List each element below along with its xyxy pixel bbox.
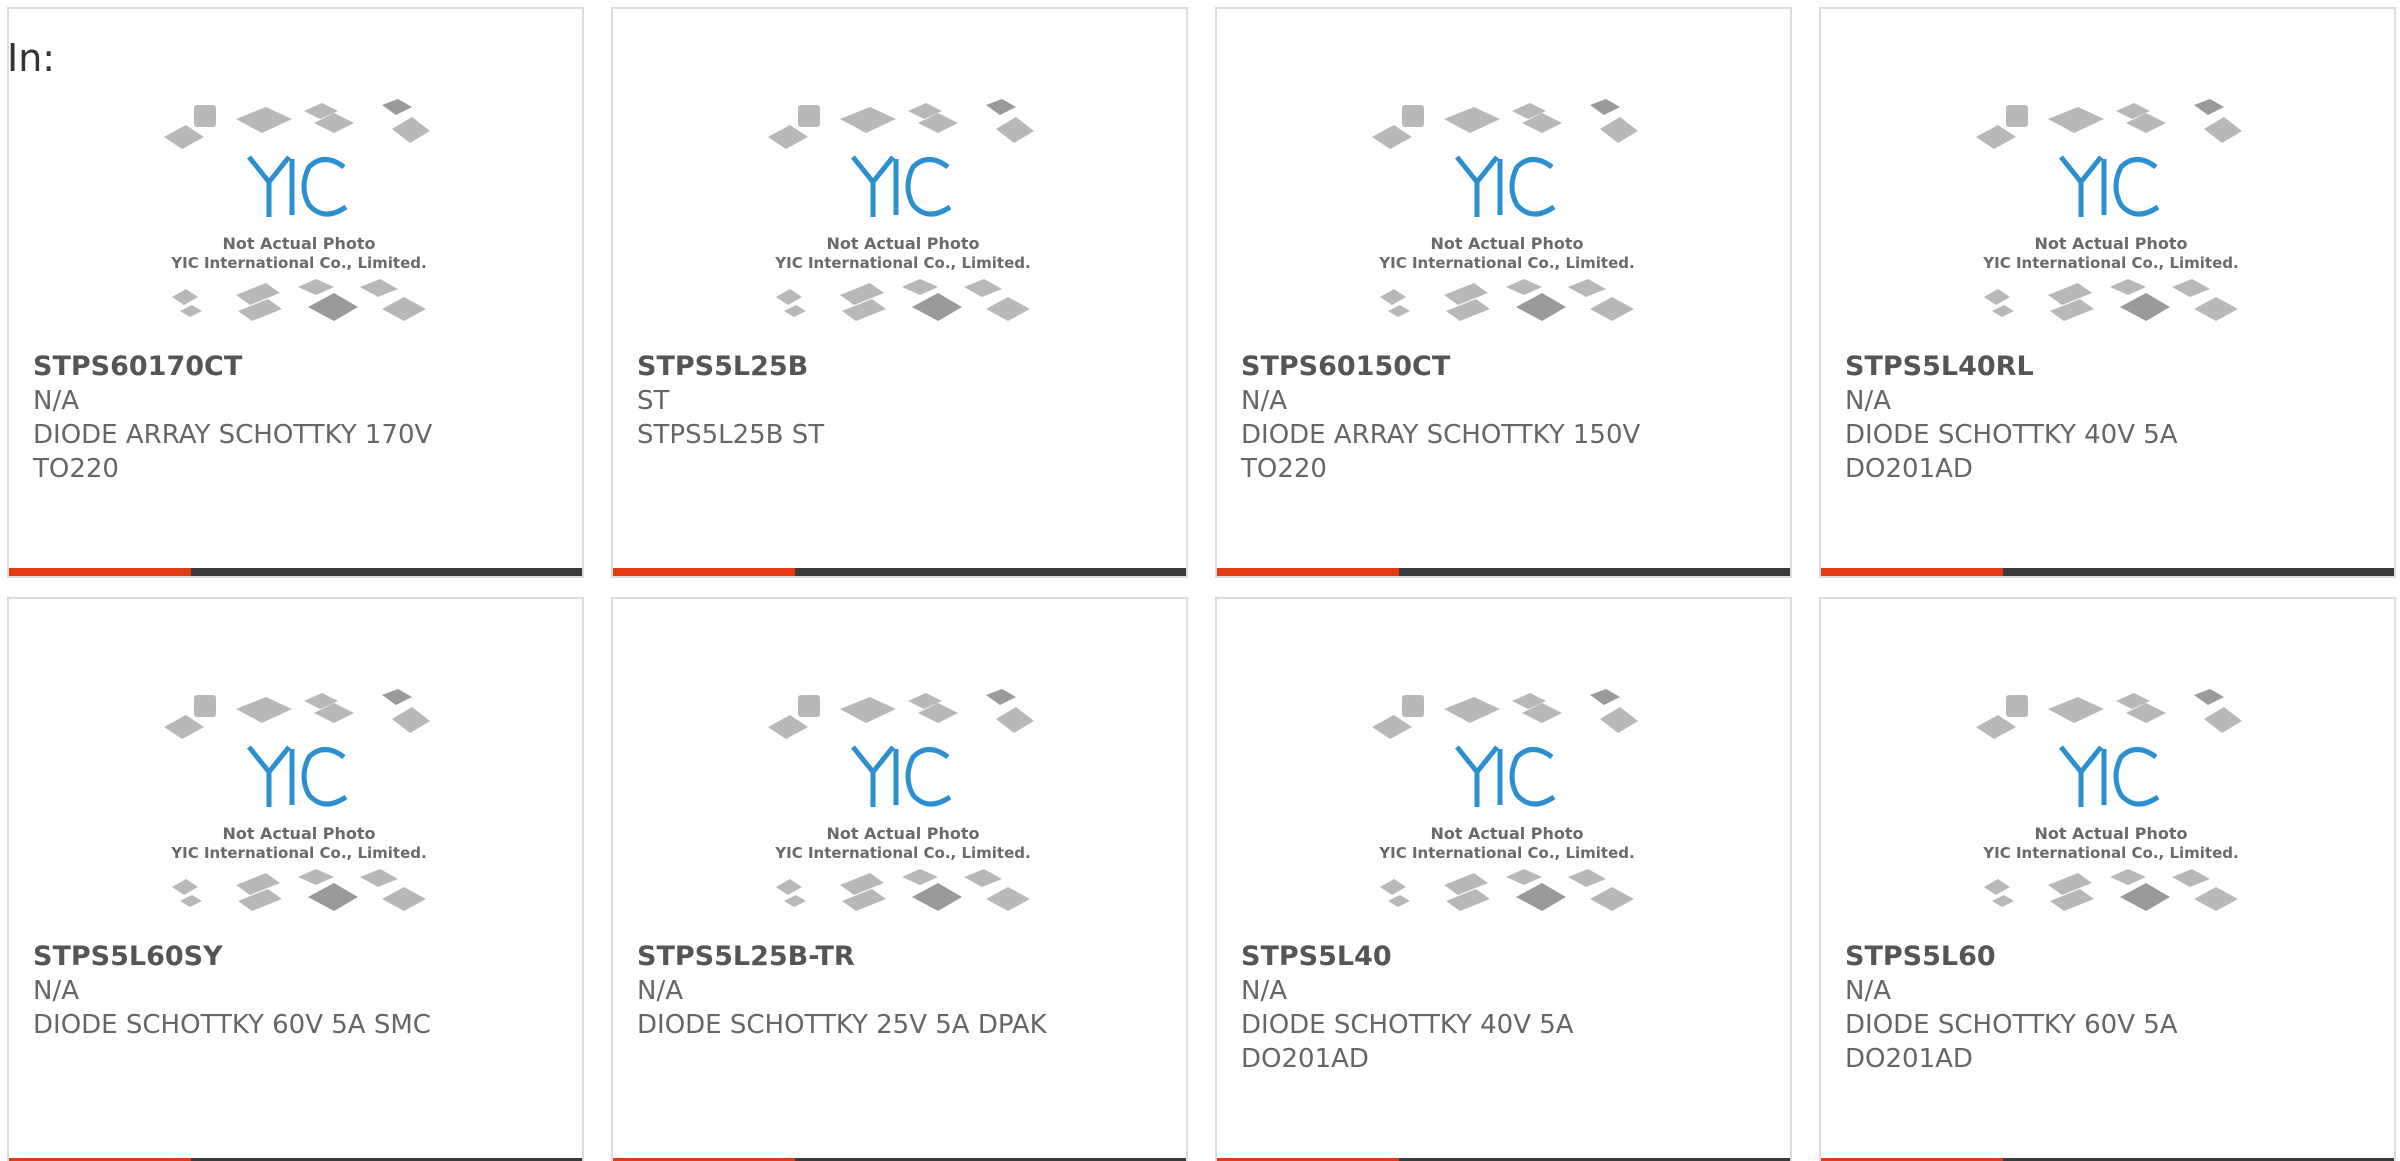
- placeholder-line2: YIC International Co., Limited.: [1378, 844, 1634, 862]
- part-number[interactable]: STPS60150CT: [1241, 350, 1761, 384]
- card-bar-accent: [613, 568, 795, 576]
- placeholder-line1: Not Actual Photo: [222, 234, 375, 253]
- card-bar-accent: [1217, 568, 1399, 576]
- product-info: STPS5L40 N/A DIODE SCHOTTKY 40V 5A DO201…: [1241, 940, 1761, 1076]
- product-info: STPS5L60SY N/A DIODE SCHOTTKY 60V 5A SMC: [33, 940, 553, 1042]
- product-info: STPS60170CT N/A DIODE ARRAY SCHOTTKY 170…: [33, 350, 553, 486]
- product-card[interactable]: Not Actual Photo YIC International Co., …: [1819, 597, 2396, 1161]
- card-bar-accent: [9, 568, 191, 576]
- card-bar: [1821, 568, 2394, 576]
- product-placeholder-image: Not Actual Photo YIC International Co., …: [768, 689, 1034, 911]
- brand: ST: [637, 386, 670, 416]
- product-grid: Not Actual Photo YIC International Co., …: [7, 7, 2400, 1161]
- part-number[interactable]: STPS5L40RL: [1845, 350, 2365, 384]
- package: DO201AD: [1845, 454, 1973, 484]
- card-bar-accent: [1821, 568, 2003, 576]
- placeholder-line2: YIC International Co., Limited.: [170, 844, 426, 862]
- part-number[interactable]: STPS60170CT: [33, 350, 553, 384]
- package: TO220: [1241, 454, 1327, 484]
- placeholder-line1: Not Actual Photo: [826, 234, 979, 253]
- product-card[interactable]: Not Actual Photo YIC International Co., …: [611, 7, 1188, 578]
- product-card[interactable]: Not Actual Photo YIC International Co., …: [1215, 7, 1792, 578]
- placeholder-line2: YIC International Co., Limited.: [170, 254, 426, 272]
- product-card[interactable]: Not Actual Photo YIC International Co., …: [1819, 7, 2396, 578]
- package: DO201AD: [1241, 1044, 1369, 1074]
- description: STPS5L25B ST: [637, 420, 825, 450]
- placeholder-line1: Not Actual Photo: [1430, 234, 1583, 253]
- description: DIODE ARRAY SCHOTTKY 170V: [33, 420, 433, 450]
- brand: N/A: [33, 976, 79, 1006]
- product-placeholder-image: Not Actual Photo YIC International Co., …: [164, 689, 430, 911]
- description: DIODE SCHOTTKY 40V 5A: [1845, 420, 2178, 450]
- part-number[interactable]: STPS5L60: [1845, 940, 2365, 974]
- description: DIODE SCHOTTKY 60V 5A SMC: [33, 1010, 431, 1040]
- part-number[interactable]: STPS5L40: [1241, 940, 1761, 974]
- description: DIODE ARRAY SCHOTTKY 150V: [1241, 420, 1641, 450]
- card-bar: [1217, 568, 1790, 576]
- placeholder-line1: Not Actual Photo: [2034, 234, 2187, 253]
- part-number[interactable]: STPS5L25B: [637, 350, 1157, 384]
- product-info: STPS5L25B ST STPS5L25B ST: [637, 350, 1157, 452]
- brand: N/A: [33, 386, 79, 416]
- brand: N/A: [1845, 976, 1891, 1006]
- part-number[interactable]: STPS5L25B-TR: [637, 940, 1157, 974]
- description: DIODE SCHOTTKY 60V 5A: [1845, 1010, 2178, 1040]
- product-info: STPS60150CT N/A DIODE ARRAY SCHOTTKY 150…: [1241, 350, 1761, 486]
- placeholder-line1: Not Actual Photo: [2034, 824, 2187, 843]
- placeholder-line1: Not Actual Photo: [1430, 824, 1583, 843]
- placeholder-line2: YIC International Co., Limited.: [774, 254, 1030, 272]
- package: TO220: [33, 454, 119, 484]
- product-placeholder-image: Not Actual Photo YIC International Co., …: [1976, 689, 2242, 911]
- brand: N/A: [1241, 976, 1287, 1006]
- part-number[interactable]: STPS5L60SY: [33, 940, 553, 974]
- product-info: STPS5L25B-TR N/A DIODE SCHOTTKY 25V 5A D…: [637, 940, 1157, 1042]
- brand: N/A: [637, 976, 683, 1006]
- package: DO201AD: [1845, 1044, 1973, 1074]
- product-card[interactable]: Not Actual Photo YIC International Co., …: [7, 597, 584, 1161]
- product-placeholder-image: Not Actual Photo YIC International Co., …: [1976, 99, 2242, 321]
- description: DIODE SCHOTTKY 40V 5A: [1241, 1010, 1574, 1040]
- card-bar: [613, 568, 1186, 576]
- product-info: STPS5L60 N/A DIODE SCHOTTKY 60V 5A DO201…: [1845, 940, 2365, 1076]
- description: DIODE SCHOTTKY 25V 5A DPAK: [637, 1010, 1047, 1040]
- placeholder-line2: YIC International Co., Limited.: [1378, 254, 1634, 272]
- product-placeholder-image: Not Actual Photo YIC International Co., …: [164, 99, 430, 321]
- brand: N/A: [1241, 386, 1287, 416]
- product-placeholder-image: Not Actual Photo YIC International Co., …: [1372, 689, 1638, 911]
- product-card[interactable]: Not Actual Photo YIC International Co., …: [7, 7, 584, 578]
- filter-label: In:: [7, 36, 56, 80]
- brand: N/A: [1845, 386, 1891, 416]
- product-placeholder-image: Not Actual Photo YIC International Co., …: [768, 99, 1034, 321]
- placeholder-line2: YIC International Co., Limited.: [1982, 254, 2238, 272]
- product-card[interactable]: Not Actual Photo YIC International Co., …: [1215, 597, 1792, 1161]
- placeholder-line2: YIC International Co., Limited.: [1982, 844, 2238, 862]
- product-placeholder-image: Not Actual Photo YIC International Co., …: [1372, 99, 1638, 321]
- placeholder-line1: Not Actual Photo: [222, 824, 375, 843]
- product-card[interactable]: Not Actual Photo YIC International Co., …: [611, 597, 1188, 1161]
- placeholder-line2: YIC International Co., Limited.: [774, 844, 1030, 862]
- card-bar: [9, 568, 582, 576]
- product-info: STPS5L40RL N/A DIODE SCHOTTKY 40V 5A DO2…: [1845, 350, 2365, 486]
- placeholder-line1: Not Actual Photo: [826, 824, 979, 843]
